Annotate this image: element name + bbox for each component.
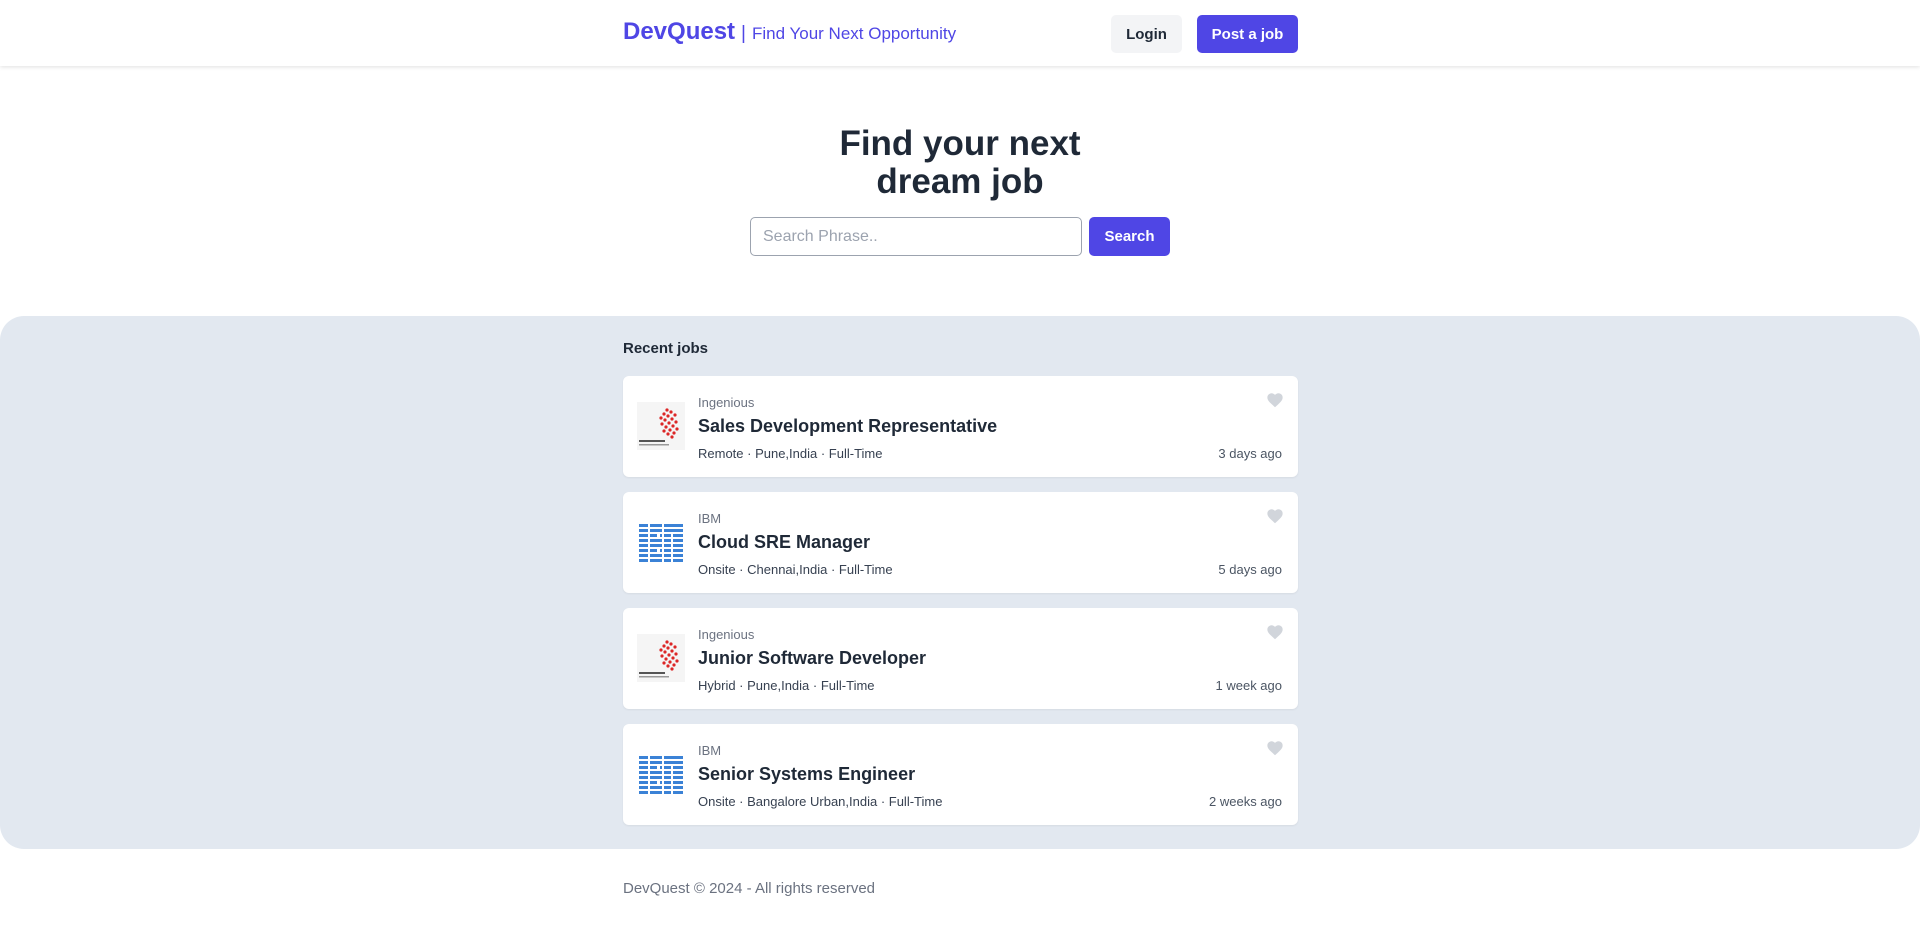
brand-tagline: Find Your Next Opportunity xyxy=(751,24,957,43)
job-title[interactable]: Sales Development Representative xyxy=(698,416,997,437)
posted-time: 2 weeks ago xyxy=(1209,794,1282,809)
ibm-logo-icon xyxy=(639,756,683,794)
ingenious-logo-icon xyxy=(637,634,685,682)
heart-icon[interactable] xyxy=(1266,624,1284,640)
heart-icon[interactable] xyxy=(1266,392,1284,408)
job-meta: Onsite · Bangalore Urban,India · Full-Ti… xyxy=(698,794,943,809)
login-button[interactable]: Login xyxy=(1111,15,1182,53)
brand[interactable]: DevQuest | Find Your Next Opportunity xyxy=(623,18,956,46)
top-navbar: DevQuest | Find Your Next Opportunity Lo… xyxy=(0,0,1920,66)
posted-time: 3 days ago xyxy=(1218,446,1282,461)
footer-text: DevQuest © 2024 - All rights reserved xyxy=(623,880,875,897)
job-meta: Onsite · Chennai,India · Full-Time xyxy=(698,562,893,577)
brand-name[interactable]: DevQuest xyxy=(623,18,735,46)
company-name: Ingenious xyxy=(698,395,755,410)
job-card[interactable]: IBM Senior Systems Engineer Onsite · Ban… xyxy=(623,724,1298,825)
hero-title-line1: Find your next xyxy=(839,124,1081,163)
ingenious-logo-icon xyxy=(637,402,685,450)
recent-jobs-section: Recent jobs Ingenious Sales Development … xyxy=(0,316,1920,849)
company-name: Ingenious xyxy=(698,627,755,642)
hero-title-line2: dream job xyxy=(876,162,1044,201)
job-meta: Hybrid · Pune,India · Full-Time xyxy=(698,678,875,693)
heart-icon[interactable] xyxy=(1266,740,1284,756)
job-card[interactable]: Ingenious Junior Software Developer Hybr… xyxy=(623,608,1298,709)
search-input[interactable] xyxy=(750,217,1082,256)
company-name: IBM xyxy=(698,511,722,526)
post-job-button[interactable]: Post a job xyxy=(1197,15,1298,53)
company-name: IBM xyxy=(698,743,722,758)
hero-title: Find your next dream job xyxy=(760,125,1160,201)
job-title[interactable]: Senior Systems Engineer xyxy=(698,764,915,785)
job-meta: Remote · Pune,India · Full-Time xyxy=(698,446,883,461)
brand-separator: | xyxy=(741,23,746,44)
section-title: Recent jobs xyxy=(623,340,709,357)
job-card[interactable]: IBM Cloud SRE Manager Onsite · Chennai,I… xyxy=(623,492,1298,593)
posted-time: 1 week ago xyxy=(1215,678,1283,693)
posted-time: 5 days ago xyxy=(1218,562,1282,577)
job-title[interactable]: Cloud SRE Manager xyxy=(698,532,870,553)
job-card[interactable]: Ingenious Sales Development Representati… xyxy=(623,376,1298,477)
heart-icon[interactable] xyxy=(1266,508,1284,524)
job-title[interactable]: Junior Software Developer xyxy=(698,648,926,669)
ibm-logo-icon xyxy=(639,524,683,562)
search-button[interactable]: Search xyxy=(1089,217,1170,256)
